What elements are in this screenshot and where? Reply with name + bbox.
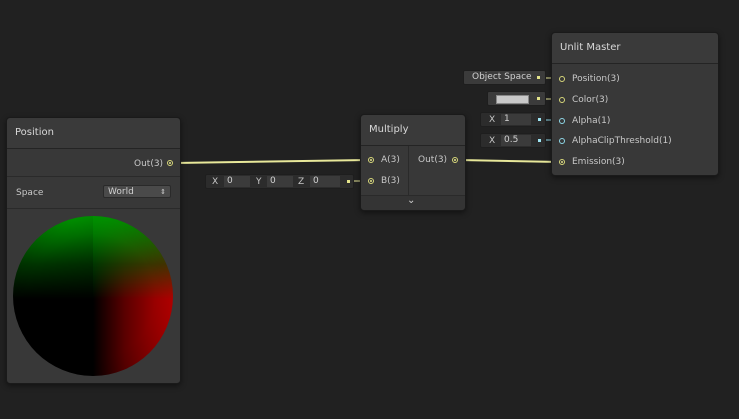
master-alpha-label: Alpha(1) bbox=[572, 116, 611, 126]
master-node-title[interactable]: Unlit Master bbox=[552, 33, 718, 64]
position-preview-sphere bbox=[13, 216, 173, 376]
multiply-input-a-label: A(3) bbox=[381, 155, 400, 165]
color-connector[interactable] bbox=[537, 97, 540, 100]
vector-output-connector[interactable] bbox=[347, 180, 350, 183]
master-position-port[interactable] bbox=[559, 76, 565, 82]
multiply-output-label: Out(3) bbox=[418, 155, 448, 165]
vector-z-input[interactable]: 0 bbox=[310, 176, 340, 187]
space-label: Space bbox=[16, 188, 44, 198]
multiply-input-b-label: B(3) bbox=[381, 176, 400, 186]
multiply-expand-bar[interactable]: ⌄ bbox=[361, 195, 465, 210]
position-output-row: Out(3) bbox=[7, 150, 180, 177]
vector-y-label: Y bbox=[256, 177, 262, 187]
multiply-divider bbox=[408, 146, 409, 196]
master-alpha-clip-port[interactable] bbox=[559, 138, 565, 144]
alpha-connector[interactable] bbox=[538, 118, 541, 121]
master-alpha-port[interactable] bbox=[559, 118, 565, 124]
vector-y-input[interactable]: 0 bbox=[267, 176, 293, 187]
multiply-node[interactable]: Multiply A(3) B(3) Out(3) ⌄ bbox=[360, 114, 466, 211]
master-emission-label: Emission(3) bbox=[572, 157, 625, 167]
multiply-input-a-port[interactable] bbox=[368, 157, 374, 163]
alpha-field: X 1 bbox=[480, 112, 546, 127]
color-field[interactable] bbox=[487, 91, 546, 106]
preview-shading bbox=[13, 216, 93, 296]
unlit-master-node[interactable]: Unlit Master Position(3) Color(3) Alpha(… bbox=[551, 32, 719, 176]
space-dropdown[interactable]: World ⇕ bbox=[103, 185, 171, 198]
space-dropdown-value: World bbox=[108, 187, 134, 197]
multiply-output-port[interactable] bbox=[452, 157, 458, 163]
wire-position-to-multiply-a bbox=[174, 159, 369, 164]
multiply-b-vector-field: X 0 Y 0 Z 0 bbox=[205, 174, 354, 189]
position-node-title[interactable]: Position bbox=[7, 118, 180, 149]
alpha-clip-connector[interactable] bbox=[538, 139, 541, 142]
chevron-down-icon[interactable]: ⌄ bbox=[407, 195, 415, 206]
master-emission-port[interactable] bbox=[559, 159, 565, 165]
object-space-value: Object Space bbox=[472, 72, 532, 82]
object-space-connector[interactable] bbox=[537, 76, 540, 79]
alpha-clip-input[interactable]: 0.5 bbox=[501, 135, 531, 146]
position-node[interactable]: Position Out(3) Space World ⇕ bbox=[6, 117, 181, 384]
clip-x-label: X bbox=[489, 136, 496, 146]
alpha-input[interactable]: 1 bbox=[501, 114, 531, 125]
color-swatch[interactable] bbox=[496, 95, 529, 104]
wire-multiply-to-emission bbox=[458, 159, 561, 163]
position-output-label: Out(3) bbox=[134, 159, 164, 169]
alpha-x-label: X bbox=[489, 115, 496, 125]
master-position-label: Position(3) bbox=[572, 74, 620, 84]
updown-arrow-icon: ⇕ bbox=[160, 188, 166, 196]
master-color-label: Color(3) bbox=[572, 95, 609, 105]
vector-z-label: Z bbox=[298, 177, 305, 187]
position-output-port[interactable] bbox=[167, 160, 173, 166]
alpha-clip-field: X 0.5 bbox=[480, 133, 546, 148]
vector-x-input[interactable]: 0 bbox=[224, 176, 250, 187]
master-color-port[interactable] bbox=[559, 97, 565, 103]
multiply-input-b-port[interactable] bbox=[368, 178, 374, 184]
multiply-node-title[interactable]: Multiply bbox=[361, 115, 465, 146]
vector-x-label: X bbox=[212, 177, 219, 187]
object-space-field[interactable]: Object Space bbox=[463, 70, 546, 85]
master-alpha-clip-label: AlphaClipThreshold(1) bbox=[572, 136, 672, 146]
position-space-row: Space World ⇕ bbox=[7, 178, 180, 209]
